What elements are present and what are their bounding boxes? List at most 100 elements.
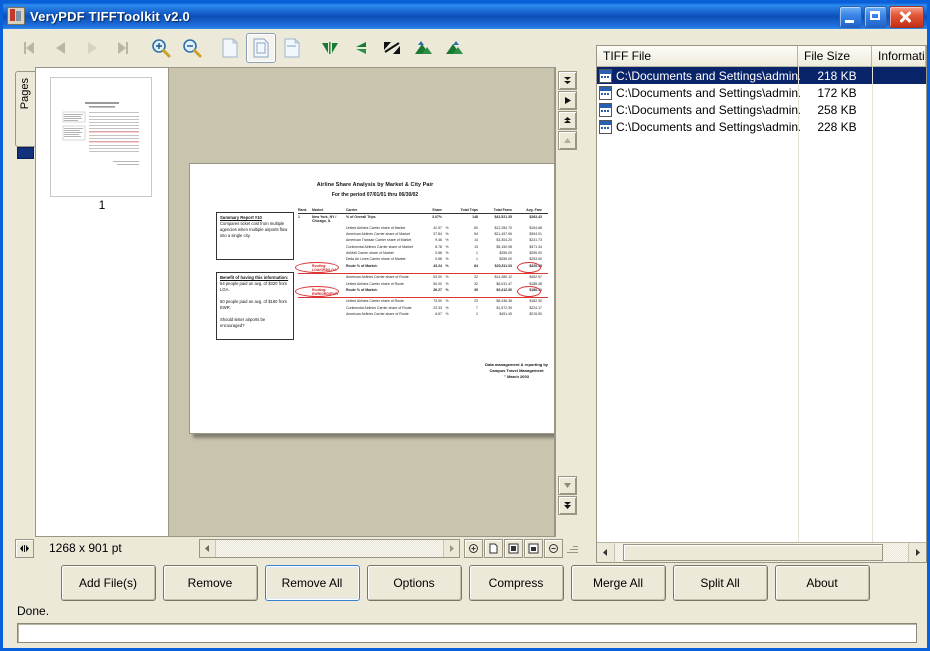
list-scrollbar-track[interactable] bbox=[615, 543, 908, 562]
tab-pages-label: Pages bbox=[19, 78, 31, 110]
list-scroll-left-icon[interactable] bbox=[597, 543, 615, 562]
scroll-left-icon[interactable] bbox=[200, 539, 216, 557]
split-all-button[interactable]: Split All bbox=[672, 565, 768, 601]
play-next-icon[interactable] bbox=[558, 91, 577, 110]
list-scrollbar-thumb[interactable] bbox=[623, 544, 883, 561]
col-total-trips: Total Trips bbox=[460, 208, 478, 212]
remove-all-button[interactable]: Remove All bbox=[264, 565, 360, 601]
tiff-file-icon bbox=[599, 68, 613, 83]
actual-size-icon[interactable] bbox=[246, 33, 276, 63]
flip-vertical-icon[interactable] bbox=[346, 33, 376, 63]
fit-width-small-icon[interactable] bbox=[524, 538, 543, 558]
fit-page-small-icon[interactable] bbox=[504, 538, 523, 558]
file-size: 172 KB bbox=[817, 85, 857, 100]
compress-button[interactable]: Compress bbox=[468, 565, 564, 601]
about-button[interactable]: About bbox=[774, 565, 870, 601]
progress-bar bbox=[17, 623, 917, 643]
column-header-file-size[interactable]: File Size bbox=[798, 46, 872, 66]
thumbnail-page-number: 1 bbox=[98, 198, 106, 212]
tab-strip: Pages bbox=[15, 67, 36, 537]
page-thumbnail[interactable] bbox=[50, 77, 152, 197]
document-subtitle: For the period 07/01/01 thru 06/30/02 bbox=[331, 192, 419, 198]
table-row[interactable]: C:\Documents and Settings\admin... 228 KB bbox=[597, 118, 926, 135]
close-button[interactable] bbox=[889, 6, 924, 28]
summary-report-box: Summary Report #10 Compares ticket cost … bbox=[216, 212, 294, 260]
benefit-line-3: Should sister airports be encouraged? bbox=[220, 317, 266, 328]
first-page-icon[interactable] bbox=[15, 33, 45, 63]
summary-text: Compares ticket cost from multiple agenc… bbox=[220, 221, 288, 238]
table-row[interactable]: C:\Documents and Settings\admin... 218 KB bbox=[597, 67, 926, 84]
mirror-left-icon[interactable] bbox=[408, 33, 438, 63]
minimize-button[interactable] bbox=[839, 6, 862, 28]
market-name: New York, NY / Chicago, IL bbox=[312, 215, 337, 224]
flip-horizontal-icon[interactable] bbox=[315, 33, 345, 63]
file-path: C:\Documents and Settings\admin... bbox=[616, 102, 800, 117]
footer-line-3: " March 2003 bbox=[504, 374, 529, 379]
split-view-icon[interactable] bbox=[15, 538, 34, 558]
viewer-container: Pages 1 Airline Share Analysis by Market… bbox=[15, 67, 578, 537]
column-header-tiff-file[interactable]: TIFF File bbox=[597, 46, 798, 66]
rotate-icon[interactable] bbox=[377, 33, 407, 63]
table-row: 1 New York, NY / Chicago, IL % of Overal… bbox=[298, 214, 548, 224]
last-page-icon[interactable] bbox=[108, 33, 138, 63]
scrollbar-track[interactable] bbox=[216, 539, 443, 557]
scroll-down-icon[interactable] bbox=[558, 476, 577, 495]
tiff-file-icon bbox=[599, 119, 613, 134]
thumbnail-pane[interactable]: 1 bbox=[35, 67, 169, 537]
column-header-information[interactable]: Informati bbox=[872, 46, 926, 66]
remove-button[interactable]: Remove bbox=[162, 565, 258, 601]
benefit-line-2: 50 people paid an avg. of $180 from EWR. bbox=[220, 299, 288, 310]
maximize-button[interactable] bbox=[864, 6, 887, 28]
fit-width-icon[interactable] bbox=[277, 33, 307, 63]
next-page-icon[interactable] bbox=[77, 33, 107, 63]
table-row[interactable]: C:\Documents and Settings\admin... 172 KB bbox=[597, 84, 926, 101]
market-fares: $42,521.35 bbox=[494, 215, 512, 220]
file-list-panel: TIFF File File Size Informati C:\Documen… bbox=[596, 45, 927, 563]
page-dimensions: 1268 x 901 pt bbox=[49, 541, 122, 555]
tab-pages[interactable]: Pages bbox=[15, 71, 36, 147]
table-row[interactable]: C:\Documents and Settings\admin... 258 KB bbox=[597, 101, 926, 118]
document-canvas[interactable]: Airline Share Analysis by Market & City … bbox=[169, 67, 555, 537]
col-carrier: Carrier bbox=[346, 208, 358, 212]
file-list-rows[interactable]: C:\Documents and Settings\admin... 218 KB… bbox=[597, 67, 926, 542]
merge-all-button[interactable]: Merge All bbox=[570, 565, 666, 601]
list-scroll-right-icon[interactable] bbox=[908, 543, 926, 562]
viewer-pane: Pages 1 Airline Share Analysis by Market… bbox=[3, 67, 588, 559]
window-title: VeryPDF TIFFToolkit v2.0 bbox=[30, 8, 190, 24]
scroll-up-icon[interactable] bbox=[558, 131, 577, 150]
market-metric: % of Overall Trips bbox=[346, 215, 376, 220]
benefit-box: Benefit of having this information: 64 p… bbox=[216, 272, 294, 340]
goto-bottom-icon[interactable] bbox=[558, 496, 577, 515]
zoom-in-icon[interactable] bbox=[146, 33, 176, 63]
zoom-in-small-icon[interactable] bbox=[464, 538, 483, 558]
market-share: 3.07% bbox=[432, 215, 442, 220]
zoom-out-icon[interactable] bbox=[177, 33, 207, 63]
viewer-horizontal-scrollbar[interactable] bbox=[199, 538, 460, 558]
page-view-icon[interactable] bbox=[484, 538, 503, 558]
scroll-right-icon[interactable] bbox=[443, 539, 459, 557]
goto-top-icon[interactable] bbox=[558, 111, 577, 130]
action-button-row: Add File(s) Remove Remove All Options Compre… bbox=[3, 563, 927, 603]
document-title: Airline Share Analysis by Market & City … bbox=[316, 182, 434, 188]
market-rank: 1 bbox=[298, 215, 300, 220]
file-list-header: TIFF File File Size Informati bbox=[597, 46, 926, 67]
add-files-button[interactable]: Add File(s) bbox=[60, 565, 156, 601]
table-row: American Airlines Carrier share of Route… bbox=[346, 312, 542, 317]
file-path: C:\Documents and Settings\admin... bbox=[616, 119, 800, 134]
viewer-status-bar: 1268 x 901 pt bbox=[15, 537, 578, 559]
tiff-file-icon bbox=[599, 85, 613, 100]
zoom-out-small-icon[interactable] bbox=[544, 538, 563, 558]
fit-page-icon[interactable] bbox=[215, 33, 245, 63]
mirror-right-icon[interactable] bbox=[439, 33, 469, 63]
resize-grip[interactable] bbox=[566, 542, 578, 554]
file-path: C:\Documents and Settings\admin... bbox=[616, 85, 800, 100]
col-market: Market bbox=[312, 208, 324, 212]
benefit-line-1: 64 people paid an avg. of $320 from LGA. bbox=[220, 281, 288, 292]
options-button[interactable]: Options bbox=[366, 565, 462, 601]
file-size: 228 KB bbox=[817, 119, 857, 134]
thumbnail-preview bbox=[51, 78, 151, 196]
application-window: VeryPDF TIFFToolkit v2.0 Pages 1 Airline… bbox=[0, 0, 930, 651]
previous-page-icon[interactable] bbox=[46, 33, 76, 63]
file-list-horizontal-scrollbar[interactable] bbox=[597, 542, 926, 562]
goto-first-icon[interactable] bbox=[558, 71, 577, 90]
